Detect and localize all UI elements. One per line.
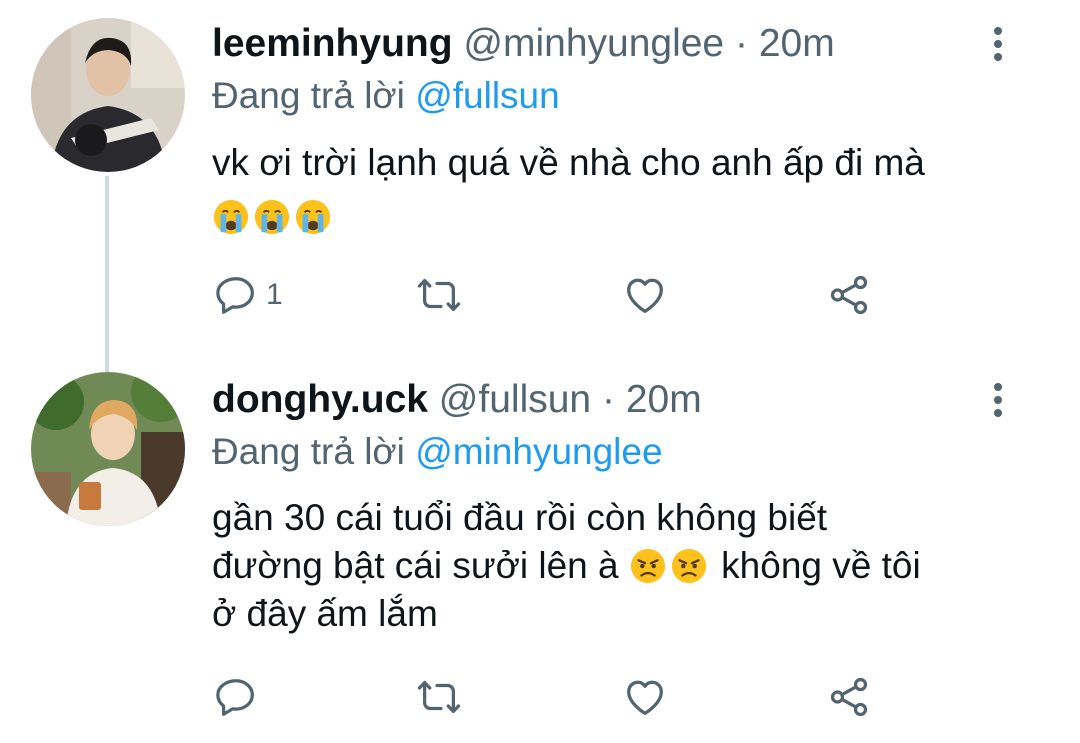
tweet-text-fragment: đường bật cái sưởi lên à — [212, 545, 619, 586]
tweet-text: gần 30 cái tuổi đầu rồi còn không biết đ… — [212, 494, 1032, 638]
timestamp[interactable]: 20m — [759, 22, 835, 65]
avatar[interactable] — [31, 18, 185, 172]
reply-count: 1 — [266, 278, 283, 311]
separator-dot: · — [734, 22, 748, 65]
retweet-button[interactable] — [416, 672, 462, 722]
replying-to: Đang trả lời @minhyunglee — [212, 428, 663, 476]
tweet-text-fragment: không về tôi — [721, 545, 921, 586]
crying-face-emoji — [253, 198, 291, 236]
share-icon — [826, 272, 872, 318]
avatar[interactable] — [31, 372, 185, 526]
timestamp[interactable]: 20m — [626, 378, 702, 421]
tweet-actions: 1 — [212, 270, 912, 320]
more-menu-icon[interactable] — [982, 20, 1014, 68]
thread-line — [105, 176, 109, 372]
more-menu-icon[interactable] — [982, 376, 1014, 424]
reply-button[interactable] — [214, 672, 266, 722]
share-button[interactable] — [826, 270, 872, 320]
separator-dot: · — [601, 378, 615, 421]
emoji-row — [212, 193, 1032, 241]
retweet-icon — [416, 272, 462, 318]
reply-icon — [214, 272, 260, 318]
display-name[interactable]: leeminhyung — [212, 22, 453, 65]
display-name[interactable]: donghy.uck — [212, 378, 428, 421]
mention-link[interactable]: @minhyunglee — [415, 431, 662, 472]
replying-to-label: Đang trả lời — [212, 75, 405, 116]
replying-to-label: Đang trả lời — [212, 431, 405, 472]
tweet-text-line: đường bật cái sưởi lên à không về tôi — [212, 542, 1032, 590]
tweet-text-line: vk ơi trời lạnh quá về nhà cho anh ấp đi… — [212, 142, 925, 183]
tweet-text-line: gần 30 cái tuổi đầu rồi còn không biết — [212, 497, 828, 538]
tweet-text: vk ơi trời lạnh quá về nhà cho anh ấp đi… — [212, 139, 1032, 241]
tweet[interactable]: leeminhyung @minhyunglee · 20m Đang trả … — [0, 0, 1080, 372]
like-icon — [622, 272, 668, 318]
share-icon — [826, 674, 872, 720]
like-icon — [622, 674, 668, 720]
like-button[interactable] — [622, 270, 668, 320]
tweet-header: donghy.uck @fullsun · 20m — [212, 376, 970, 424]
tweet-header: leeminhyung @minhyunglee · 20m — [212, 20, 970, 68]
tweet[interactable]: donghy.uck @fullsun · 20m Đang trả lời @… — [0, 372, 1080, 743]
angry-face-emoji — [670, 547, 708, 585]
crying-face-emoji — [212, 198, 250, 236]
retweet-button[interactable] — [416, 270, 462, 320]
tweet-text-line: ở đây ấm lắm — [212, 593, 438, 634]
like-button[interactable] — [622, 672, 668, 722]
share-button[interactable] — [826, 672, 872, 722]
user-handle[interactable]: @minhyunglee — [463, 22, 724, 65]
tweet-actions — [212, 672, 912, 722]
reply-button[interactable]: 1 — [214, 270, 283, 320]
crying-face-emoji — [294, 198, 332, 236]
replying-to: Đang trả lời @fullsun — [212, 72, 560, 120]
angry-face-emoji — [629, 547, 667, 585]
user-handle[interactable]: @fullsun — [439, 378, 591, 421]
retweet-icon — [416, 674, 462, 720]
reply-icon — [214, 674, 260, 720]
mention-link[interactable]: @fullsun — [415, 75, 560, 116]
